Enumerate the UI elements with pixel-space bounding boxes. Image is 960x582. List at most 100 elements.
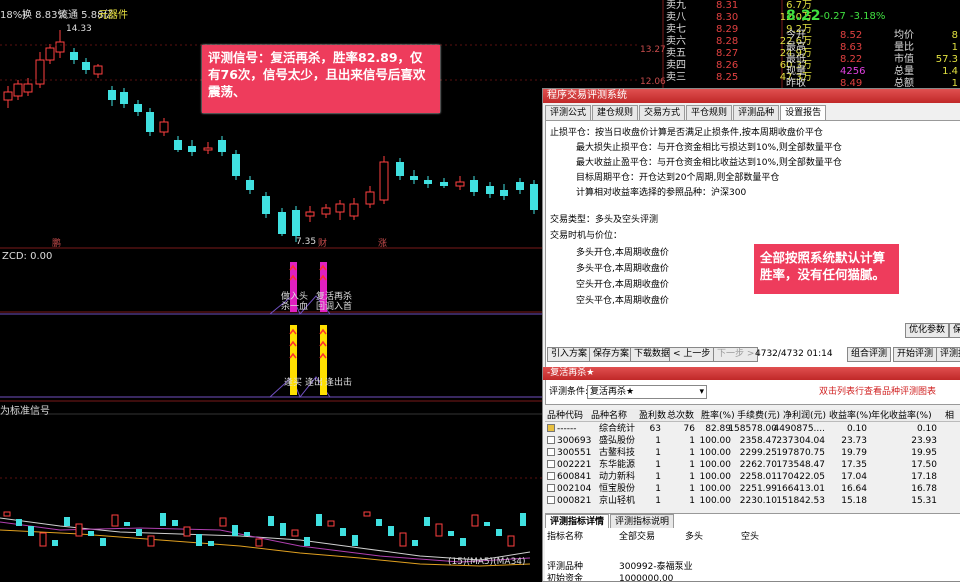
- row-checkbox[interactable]: [547, 448, 555, 456]
- detail-tab-0[interactable]: 评测指标详情: [545, 514, 610, 528]
- table-row[interactable]: 000821 京山轻机 1 1 100.00 2230.10 151842.53 15.18 1…: [545, 495, 960, 507]
- table-cell: 1: [655, 484, 661, 494]
- stat-value: 8: [951, 30, 958, 41]
- candle-body: [440, 182, 448, 186]
- column-header[interactable]: 品种代码: [547, 410, 583, 422]
- strategy-note: 评测信号：复活再杀，胜率82.89，仅有76次，信号太少，且出来信号后喜欢震荡、: [202, 45, 440, 113]
- backtest-dialog[interactable]: 程序交易评测系统 评测公式 建仓规则 交易方式 平仓规则 评测品种 设置报告 止损平仓：按…: [542, 88, 960, 582]
- table-cell: 0.10: [916, 424, 937, 434]
- table-cell: 100.00: [699, 436, 732, 446]
- mini-candle: [304, 537, 310, 546]
- table-cell: 002221: [557, 460, 592, 470]
- column-header[interactable]: 净利润(元): [783, 410, 826, 422]
- mini-candle: [424, 517, 430, 526]
- table-row[interactable]: 600841 动力新科 1 1 100.00 2258.01 170422.05 17.04 1…: [545, 471, 960, 483]
- setting-line: 最大收益止盈平仓：与开仓资金相比收益达到10%,则全部数量平仓: [576, 158, 842, 168]
- table-cell: 300551: [557, 448, 592, 458]
- candle-body: [134, 104, 142, 112]
- tab-3[interactable]: 平仓规则: [686, 105, 733, 120]
- ma-legend: (15)(MA5)(MA34): [448, 557, 526, 567]
- table-cell: 盛弘股份: [599, 436, 636, 446]
- tab-4[interactable]: 评测品种: [733, 105, 780, 120]
- start-eval-button[interactable]: 开始评测: [893, 347, 938, 362]
- condition-select[interactable]: 复活再杀★ ▾: [587, 385, 707, 399]
- save-button-2[interactable]: 保: [949, 323, 960, 338]
- mini-candle: [471, 514, 479, 527]
- column-header[interactable]: 品种名称: [591, 410, 627, 422]
- setting-line: 最大损失止损平仓：与开仓资金相比亏损达到10%,则全部数量平仓: [576, 143, 842, 153]
- table-cell: 158578.00: [728, 424, 777, 434]
- candle-body: [278, 212, 286, 234]
- table-cell: 1: [655, 448, 661, 458]
- table-cell: 23.73: [841, 436, 867, 446]
- column-header[interactable]: 相: [945, 410, 954, 422]
- row-checkbox[interactable]: [547, 472, 555, 480]
- setting-line: 止损平仓：按当日收盘价计算是否满足止损条件,按本周期收盘价平仓: [550, 128, 823, 138]
- tab-0[interactable]: 评测公式: [545, 105, 592, 120]
- table-cell: 1: [689, 460, 695, 470]
- table-cell: 16.78: [911, 484, 937, 494]
- table-row[interactable]: 300693 盛弘股份 1 1 100.00 2358.47 237304.04 23.73 2…: [545, 435, 960, 447]
- tab-5[interactable]: 设置报告: [780, 105, 827, 120]
- stock-screen: 18%) 换 8.83% 流通 5.88亿 元器件 14.33 7.35 13.…: [0, 0, 960, 582]
- column-header[interactable]: 收益率(%): [829, 410, 872, 422]
- column-header[interactable]: 盈利数: [639, 410, 666, 422]
- mini-candle: [52, 540, 58, 546]
- level-price: 8.29: [716, 24, 739, 35]
- save-plan-button[interactable]: 保存方案: [589, 347, 634, 362]
- table-row[interactable]: 002104 恒宝股份 1 1 100.00 2251.99 166413.01 16.64 1…: [545, 483, 960, 495]
- table-cell: 000821: [557, 496, 592, 506]
- mini-candle: [268, 516, 274, 526]
- candle-body: [23, 83, 33, 93]
- column-header[interactable]: 胜率(%): [701, 410, 735, 422]
- mini-candle: [520, 513, 526, 526]
- level-label: 卖五: [666, 48, 686, 59]
- table-row[interactable]: ------ 综合统计 63 76 82.89 158578.00 4490875.... 0…: [545, 423, 960, 435]
- level-label: 卖七: [666, 24, 686, 35]
- tab-1[interactable]: 建仓规则: [592, 105, 639, 120]
- mini-candle: [232, 525, 238, 536]
- candle-body: [486, 186, 494, 194]
- prev-step-button[interactable]: < 上一步: [669, 347, 715, 362]
- stat-value: 4256: [840, 66, 866, 77]
- row-checkbox[interactable]: [547, 436, 555, 444]
- table-row[interactable]: 300551 古鳌科技 1 1 100.00 2299.25 197870.75 19.79 1…: [545, 447, 960, 459]
- detail-tab-1[interactable]: 评测指标说明: [610, 514, 675, 528]
- report-button[interactable]: 评测报: [936, 347, 960, 362]
- mini-candle: [399, 532, 407, 547]
- stat-label: 均价: [894, 30, 914, 41]
- tab-2[interactable]: 交易方式: [639, 105, 686, 120]
- stat-value: 8.63: [840, 42, 863, 53]
- dialog-tabs: 评测公式 建仓规则 交易方式 平仓规则 评测品种 设置报告: [545, 105, 827, 120]
- next-step-button[interactable]: 下一步 >: [713, 347, 759, 362]
- setting-line: 交易时机与价位：: [550, 231, 623, 241]
- row-checkbox[interactable]: [547, 484, 555, 492]
- high-price-label: 14.33: [66, 24, 92, 34]
- mini-candle: [460, 538, 466, 546]
- table-cell: 100.00: [699, 448, 732, 458]
- event-tag: 财: [318, 239, 328, 249]
- column-header[interactable]: 总次数: [667, 410, 694, 422]
- detail-header: 全部交易: [619, 532, 656, 542]
- table-cell: 17.50: [911, 460, 937, 470]
- table-cell: 1: [689, 472, 695, 482]
- row-checkbox[interactable]: [547, 496, 555, 504]
- candle-body: [188, 146, 196, 152]
- row-checkbox[interactable]: [547, 424, 555, 432]
- optimize-button[interactable]: 优化参数: [905, 323, 950, 338]
- table-cell: 17.35: [841, 460, 867, 470]
- stat-label: 最高: [786, 42, 806, 53]
- signal-text: 逢出: [305, 378, 324, 388]
- level-price: 8.31: [716, 0, 739, 11]
- import-plan-button[interactable]: 引入方案: [547, 347, 592, 362]
- candle-body: [203, 147, 213, 151]
- column-header[interactable]: 手续费(元): [737, 410, 780, 422]
- table-cell: 17.04: [841, 472, 867, 482]
- column-header[interactable]: 年化收益率(%): [871, 410, 932, 422]
- level-price: 8.26: [716, 60, 739, 71]
- row-checkbox[interactable]: [547, 460, 555, 468]
- candle-body: [530, 184, 538, 210]
- download-data-button[interactable]: 下载数据: [630, 347, 675, 362]
- table-row[interactable]: 002221 东华能源 1 1 100.00 2262.70 173548.47 17.35 1…: [545, 459, 960, 471]
- combo-eval-button[interactable]: 组合评测: [847, 347, 892, 362]
